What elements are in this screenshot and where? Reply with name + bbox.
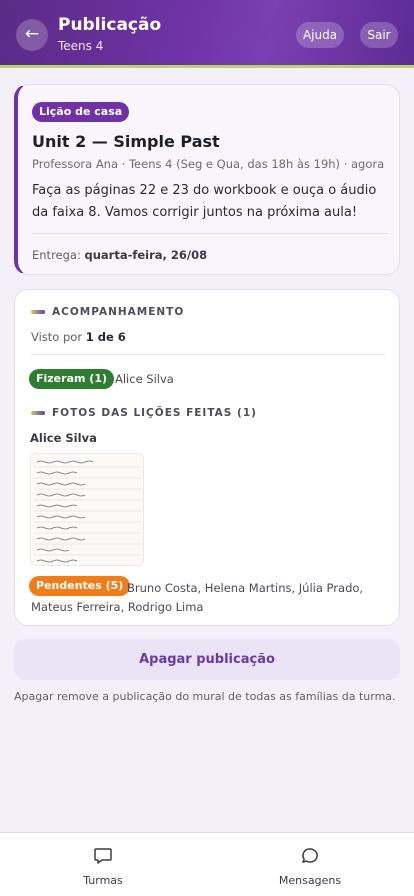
- seen-count: Visto por 1 de 6: [31, 330, 126, 344]
- tracking-section-title: ACOMPANHAMENTO: [31, 306, 184, 318]
- nav-label-messages: Mensagens: [278, 874, 342, 887]
- due-value: quarta-feira, 26/08: [84, 248, 208, 262]
- nav-label-classes: Turmas: [83, 874, 123, 887]
- nav-item-messages[interactable]: Mensagens: [250, 833, 370, 896]
- done-students: Alice Silva: [115, 372, 174, 386]
- bottom-nav: Turmas Mensagens: [0, 832, 414, 896]
- homework-badge: Lição de casa: [32, 102, 130, 122]
- section-accent-bar: [31, 310, 45, 314]
- chat-square-icon: [94, 848, 112, 864]
- photos-section-title: FOTOS DAS LIÇÕES FEITAS (1): [31, 407, 257, 419]
- tracking-card: ACOMPANHAMENTO Visto por 1 de 6 Fizeram …: [14, 289, 400, 626]
- done-badge: Fizeram (1): [29, 369, 114, 389]
- due-date: Entrega: quarta-feira, 26/08: [32, 248, 207, 262]
- due-label: Entrega:: [32, 248, 81, 262]
- logout-button[interactable]: Sair: [360, 22, 398, 48]
- nav-item-classes[interactable]: Turmas: [43, 833, 163, 896]
- lesson-title: Unit 2 — Simple Past: [32, 132, 220, 151]
- delete-post-button[interactable]: Apagar publicação: [14, 639, 400, 680]
- pending-students: Bruno Costa, Helena Martins, Júlia Prado…: [31, 581, 364, 614]
- photo-student-name: Alice Silva: [30, 431, 97, 445]
- lesson-card: Lição de casa Unit 2 — Simple Past Profe…: [14, 84, 400, 275]
- lesson-body: Faça as páginas 22 e 23 do workbook e ou…: [32, 183, 377, 220]
- seen-prefix: Visto por: [31, 330, 83, 344]
- seen-value: 1 de 6: [85, 330, 126, 344]
- help-button[interactable]: Ajuda: [296, 22, 344, 48]
- divider: [32, 233, 388, 234]
- back-button[interactable]: ←: [16, 19, 48, 51]
- worksheet-image: [31, 454, 143, 565]
- delete-note: Apagar remove a publicação do mural de t…: [14, 690, 396, 703]
- divider: [31, 354, 385, 355]
- section-accent-bar: [31, 411, 45, 415]
- lesson-meta: Professora Ana · Teens 4 (Seg e Qua, das…: [32, 157, 385, 171]
- homework-photo-thumbnail[interactable]: [30, 453, 144, 566]
- back-arrow-icon: ←: [24, 24, 40, 44]
- class-subtitle: Teens 4: [58, 39, 104, 53]
- page-title: Publicação: [58, 15, 162, 35]
- chat-bubble-icon: [302, 848, 318, 863]
- app-header: ← Publicação Teens 4 Ajuda Sair: [0, 0, 414, 68]
